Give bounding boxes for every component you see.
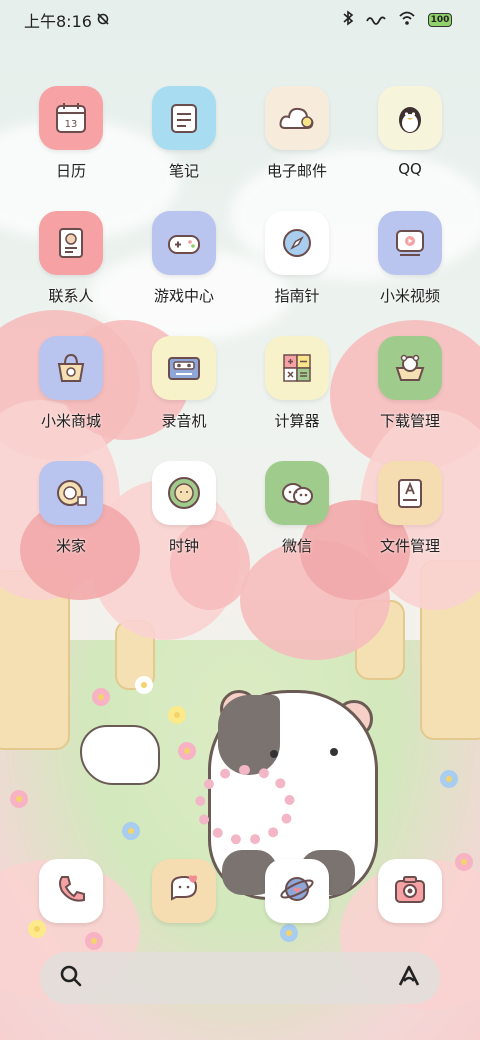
app-label: 时钟 (168, 537, 199, 555)
wifi-icon (398, 10, 416, 30)
clock-icon (152, 461, 216, 525)
app-contacts[interactable]: 联系人 (16, 211, 126, 306)
notes-icon (152, 86, 216, 150)
app-clock[interactable]: 时钟 (129, 461, 239, 556)
app-qq[interactable]: QQ (355, 86, 465, 178)
alarm-off-icon (96, 11, 110, 30)
app-mi-store[interactable]: 小米商城 (16, 336, 126, 431)
dock-camera[interactable] (378, 859, 442, 923)
calculator-icon (265, 336, 329, 400)
app-email[interactable]: 电子邮件 (242, 86, 352, 181)
app-calculator[interactable]: 计算器 (242, 336, 352, 431)
app-file-manager[interactable]: 文件管理 (355, 461, 465, 556)
app-calendar[interactable]: 13 日历 (16, 86, 126, 181)
app-label: 录音机 (161, 412, 207, 430)
search-bar[interactable] (40, 952, 440, 1004)
calendar-icon: 13 (39, 86, 103, 150)
qq-penguin-icon (378, 86, 442, 150)
app-label: 文件管理 (379, 537, 440, 555)
download-bear-icon (378, 336, 442, 400)
app-label: 笔记 (168, 162, 199, 180)
status-time: 上午8:16 (24, 12, 92, 31)
app-game-center[interactable]: 游戏中心 (129, 211, 239, 306)
app-compass[interactable]: 指南针 (242, 211, 352, 306)
dock-browser[interactable] (265, 859, 329, 923)
wechat-icon (265, 461, 329, 525)
camera-icon (390, 869, 430, 913)
app-label: 日历 (55, 162, 86, 180)
app-notes[interactable]: 笔记 (129, 86, 239, 181)
dock-phone[interactable] (39, 859, 103, 923)
app-label: 联系人 (48, 287, 94, 305)
file-manager-icon (378, 461, 442, 525)
battery-indicator: 100 (428, 13, 452, 27)
contacts-icon (39, 211, 103, 275)
app-downloads[interactable]: 下载管理 (355, 336, 465, 431)
mijia-tape-icon (39, 461, 103, 525)
browser-planet-icon (277, 869, 317, 913)
shopping-bag-icon (39, 336, 103, 400)
app-wechat[interactable]: 微信 (242, 461, 352, 556)
app-label: 米家 (55, 537, 86, 555)
status-bar: 上午8:16 100 (0, 0, 480, 40)
assistant-icon[interactable] (396, 963, 422, 993)
app-mijia[interactable]: 米家 (16, 461, 126, 556)
app-label: 微信 (281, 537, 312, 555)
messages-icon (164, 869, 204, 913)
compass-icon (265, 211, 329, 275)
app-label: 指南针 (274, 287, 320, 305)
app-label: 电子邮件 (266, 162, 327, 180)
calendar-day: 13 (65, 119, 78, 130)
dock-messages[interactable] (152, 859, 216, 923)
app-label: 小米商城 (40, 412, 101, 430)
gamepad-icon (152, 211, 216, 275)
bluetooth-icon (342, 10, 354, 30)
video-icon (378, 211, 442, 275)
app-recorder[interactable]: 录音机 (129, 336, 239, 431)
phone-icon (51, 869, 91, 913)
app-label: 下载管理 (379, 412, 440, 430)
app-label: 计算器 (274, 412, 320, 430)
app-mi-video[interactable]: 小米视频 (355, 211, 465, 306)
app-label: QQ (398, 160, 422, 178)
signal-icon (366, 11, 386, 29)
app-label: 游戏中心 (153, 287, 214, 305)
app-label: 小米视频 (379, 287, 440, 305)
cassette-icon (152, 336, 216, 400)
email-cloud-icon (265, 86, 329, 150)
search-icon[interactable] (58, 963, 84, 993)
